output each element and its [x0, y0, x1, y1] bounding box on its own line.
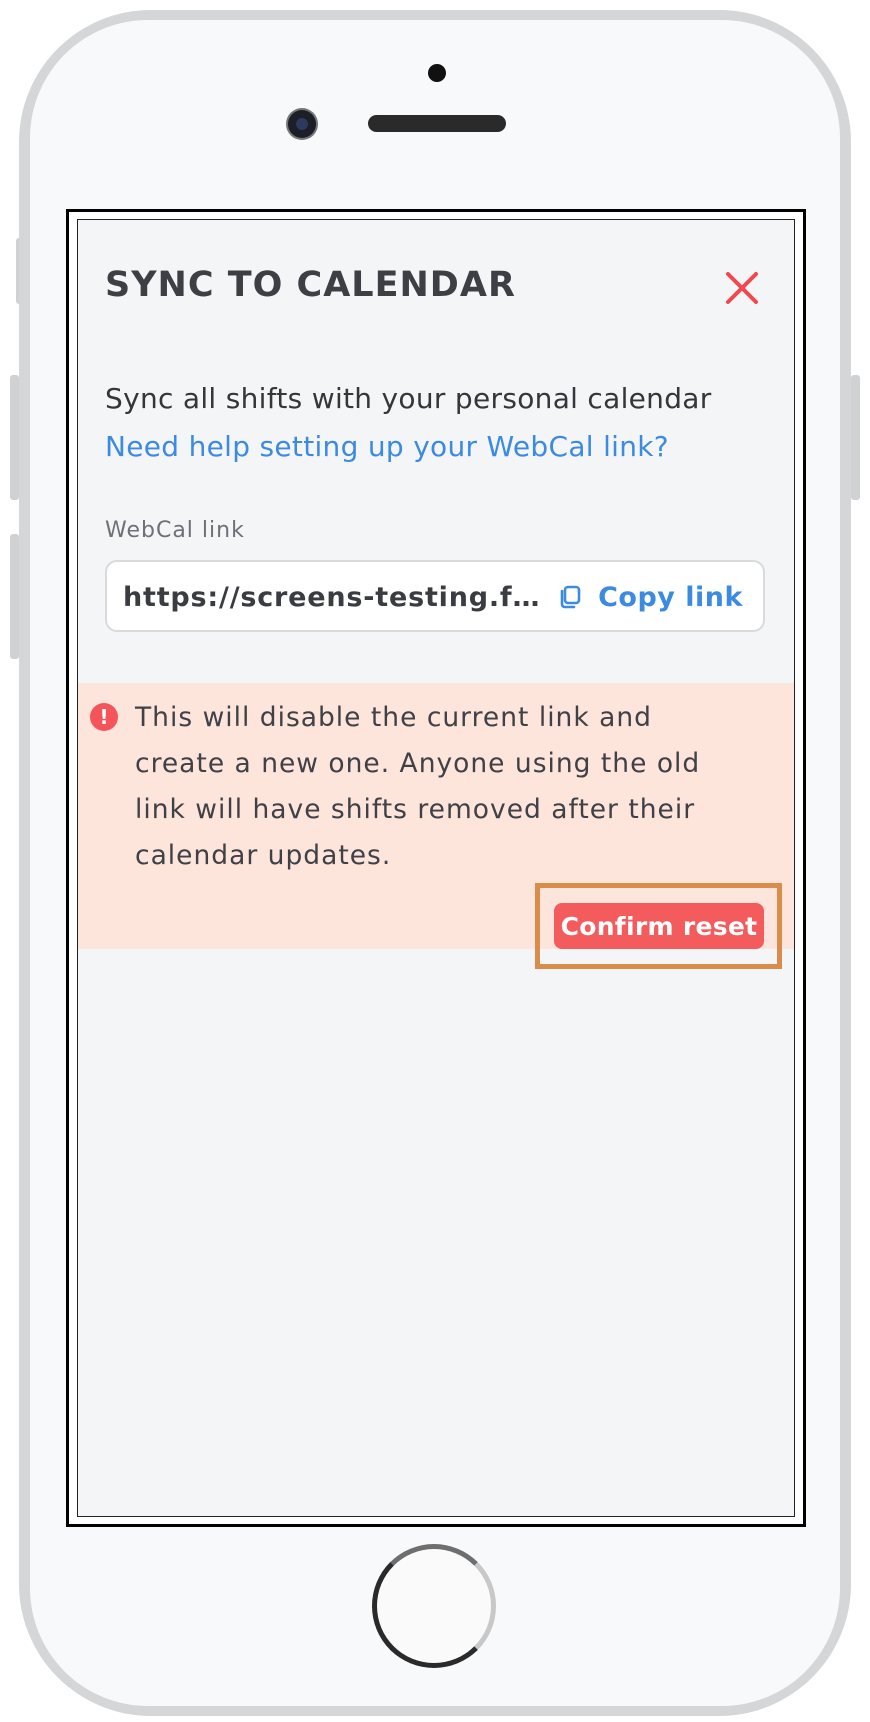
confirm-reset-highlight: Confirm reset	[535, 883, 782, 969]
power-button	[851, 375, 860, 500]
webcal-field-label: WebCal link	[105, 518, 245, 543]
close-x-icon	[726, 272, 758, 304]
proximity-sensor	[428, 64, 446, 82]
webcal-help-link[interactable]: Need help setting up your WebCal link?	[105, 430, 669, 463]
sync-calendar-modal: SYNC TO CALENDAR Sync all shifts with yo…	[77, 219, 795, 1517]
exclamation-circle-icon: !	[90, 703, 118, 731]
webcal-link-field[interactable]: https://screens-testing.fo… Copy link	[105, 560, 765, 632]
earpiece-speaker	[368, 115, 506, 132]
device-stage: SYNC TO CALENDAR Sync all shifts with yo…	[0, 0, 870, 1722]
close-button[interactable]	[720, 266, 764, 310]
warning-text: This will disable the current link and c…	[135, 702, 701, 871]
modal-title: SYNC TO CALENDAR	[105, 265, 516, 305]
volume-up-button	[10, 375, 19, 500]
volume-down-button	[10, 534, 19, 659]
copy-icon	[560, 585, 581, 609]
copy-link-label: Copy link	[598, 581, 743, 613]
copy-link-button[interactable]: Copy link	[556, 578, 743, 616]
reset-warning-banner: ! This will disable the current link and…	[78, 683, 794, 969]
intro-text: Sync all shifts with your personal calen…	[105, 382, 712, 415]
confirm-reset-button[interactable]: Confirm reset	[554, 903, 764, 949]
screen: SYNC TO CALENDAR Sync all shifts with yo…	[66, 209, 806, 1527]
webcal-link-value: https://screens-testing.fo…	[123, 582, 543, 613]
home-button[interactable]	[372, 1544, 496, 1668]
front-camera-icon	[288, 110, 316, 138]
